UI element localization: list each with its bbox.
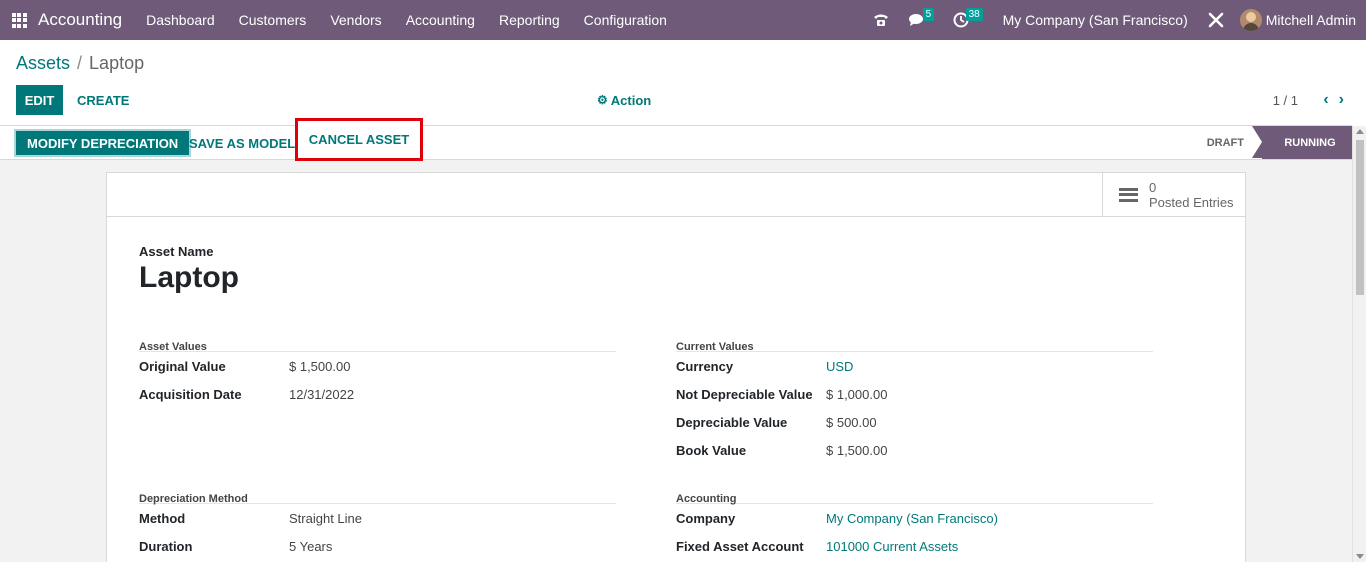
- edit-button[interactable]: EDIT: [16, 85, 63, 115]
- field-label: Currency: [676, 358, 734, 374]
- modify-depreciation-button[interactable]: MODIFY DEPRECIATION: [14, 129, 192, 157]
- app-name[interactable]: Accounting: [38, 10, 122, 30]
- form-statusbar: MODIFY DEPRECIATION SAVE AS MODEL CANCEL…: [0, 118, 1352, 161]
- create-button[interactable]: CREATE: [77, 85, 129, 115]
- scroll-down-icon[interactable]: [1356, 554, 1364, 559]
- field-value: 5 Years: [289, 538, 333, 554]
- phone-icon[interactable]: [863, 0, 899, 40]
- company-link[interactable]: My Company (San Francisco): [826, 511, 998, 526]
- field-currency: Currency USD: [676, 352, 1153, 380]
- scroll-up-icon[interactable]: [1356, 129, 1364, 134]
- group-title: Asset Values: [139, 342, 616, 353]
- field-label: Original Value: [139, 358, 226, 374]
- posted-entries-count: 0: [1149, 179, 1157, 195]
- company-switcher[interactable]: My Company (San Francisco): [993, 12, 1198, 28]
- asset-values-group: Asset Values Original Value $ 1,500.00 A…: [139, 342, 616, 408]
- field-acquisition-date: Acquisition Date 12/31/2022: [139, 380, 616, 408]
- field-original-value: Original Value $ 1,500.00: [139, 352, 616, 380]
- messages-icon[interactable]: 5: [899, 0, 944, 40]
- field-value: $ 500.00: [826, 414, 877, 430]
- chevron-right-icon[interactable]: ›: [1339, 91, 1344, 109]
- menu-configuration[interactable]: Configuration: [572, 0, 679, 40]
- field-label: Company: [676, 510, 736, 526]
- pager-value[interactable]: 1 / 1: [1273, 85, 1298, 115]
- group-title: Depreciation Method: [139, 494, 616, 505]
- breadcrumb-separator: /: [77, 53, 83, 73]
- field-duration: Duration 5 Years: [139, 532, 616, 560]
- asset-name-label: Asset Name: [139, 244, 214, 259]
- field-label: Depreciable Value: [676, 414, 788, 430]
- save-as-model-button[interactable]: SAVE AS MODEL: [189, 129, 295, 157]
- field-company: Company My Company (San Francisco): [676, 504, 1153, 532]
- menu-customers[interactable]: Customers: [227, 0, 319, 40]
- group-title: Accounting: [676, 494, 1153, 505]
- top-navbar: Accounting Dashboard Customers Vendors A…: [0, 0, 1366, 40]
- field-label: Fixed Asset Account: [676, 538, 804, 554]
- menu-dashboard[interactable]: Dashboard: [134, 0, 227, 40]
- depreciation-method-group: Depreciation Method Method Straight Line…: [139, 494, 616, 560]
- field-label: Not Depreciable Value: [676, 386, 813, 402]
- gear-icon: ⚙: [597, 93, 608, 107]
- activities-badge: 38: [965, 8, 983, 21]
- scroll-thumb[interactable]: [1356, 140, 1364, 295]
- field-label: Acquisition Date: [139, 386, 242, 402]
- list-icon: [1119, 187, 1138, 202]
- stage-draft[interactable]: DRAFT: [1207, 126, 1244, 159]
- field-book-value: Book Value $ 1,500.00: [676, 436, 1153, 464]
- field-not-depreciable-value: Not Depreciable Value $ 1,000.00: [676, 380, 1153, 408]
- scrollbar[interactable]: [1352, 126, 1366, 562]
- breadcrumb-assets-link[interactable]: Assets: [16, 53, 70, 74]
- stage-running[interactable]: RUNNING: [1262, 126, 1352, 159]
- menu-vendors[interactable]: Vendors: [318, 0, 393, 40]
- asset-name: Laptop: [139, 261, 239, 294]
- field-depreciable-value: Depreciable Value $ 500.00: [676, 408, 1153, 436]
- current-values-group: Current Values Currency USD Not Deprecia…: [676, 342, 1153, 464]
- form-sheet: 0 Posted Entries Asset Name Laptop Asset…: [106, 172, 1246, 562]
- accounting-group: Accounting Company My Company (San Franc…: [676, 494, 1153, 560]
- field-value: 12/31/2022: [289, 386, 355, 402]
- field-label: Duration: [139, 538, 193, 554]
- debug-tools-icon[interactable]: [1198, 0, 1234, 40]
- field-value: $ 1,500.00: [826, 442, 888, 458]
- cancel-asset-button[interactable]: CANCEL ASSET: [295, 118, 423, 161]
- field-label: Book Value: [676, 442, 747, 458]
- menu-reporting[interactable]: Reporting: [487, 0, 572, 40]
- field-fixed-asset-account: Fixed Asset Account 101000 Current Asset…: [676, 532, 1153, 560]
- messages-badge: 5: [922, 8, 935, 21]
- button-box: 0 Posted Entries: [107, 173, 1245, 217]
- user-menu[interactable]: Mitchell Admin: [1234, 9, 1366, 31]
- stage-arrow: [1252, 126, 1262, 158]
- chevron-left-icon[interactable]: ‹: [1323, 91, 1328, 109]
- avatar: [1239, 9, 1262, 31]
- field-value: $ 1,000.00: [826, 386, 888, 402]
- posted-entries-label: Posted Entries: [1149, 194, 1234, 210]
- posted-entries-button[interactable]: 0 Posted Entries: [1102, 173, 1245, 216]
- action-dropdown[interactable]: ⚙ Action: [597, 85, 651, 115]
- group-title: Current Values: [676, 342, 1153, 353]
- user-name: Mitchell Admin: [1265, 12, 1356, 28]
- action-label: Action: [610, 92, 652, 108]
- pager-arrows: ‹ ›: [1313, 85, 1344, 115]
- apps-menu-icon[interactable]: [0, 0, 38, 40]
- activities-icon[interactable]: 38: [944, 0, 993, 40]
- menu-accounting[interactable]: Accounting: [394, 0, 487, 40]
- currency-link[interactable]: USD: [826, 359, 853, 374]
- field-value: $ 1,500.00: [289, 358, 351, 374]
- field-label: Method: [139, 510, 186, 526]
- breadcrumb: Assets / Laptop: [16, 53, 144, 74]
- field-method: Method Straight Line: [139, 504, 616, 532]
- field-value: Straight Line: [289, 510, 362, 526]
- breadcrumb-current: Laptop: [89, 53, 145, 73]
- fixed-asset-account-link[interactable]: 101000 Current Assets: [826, 539, 958, 554]
